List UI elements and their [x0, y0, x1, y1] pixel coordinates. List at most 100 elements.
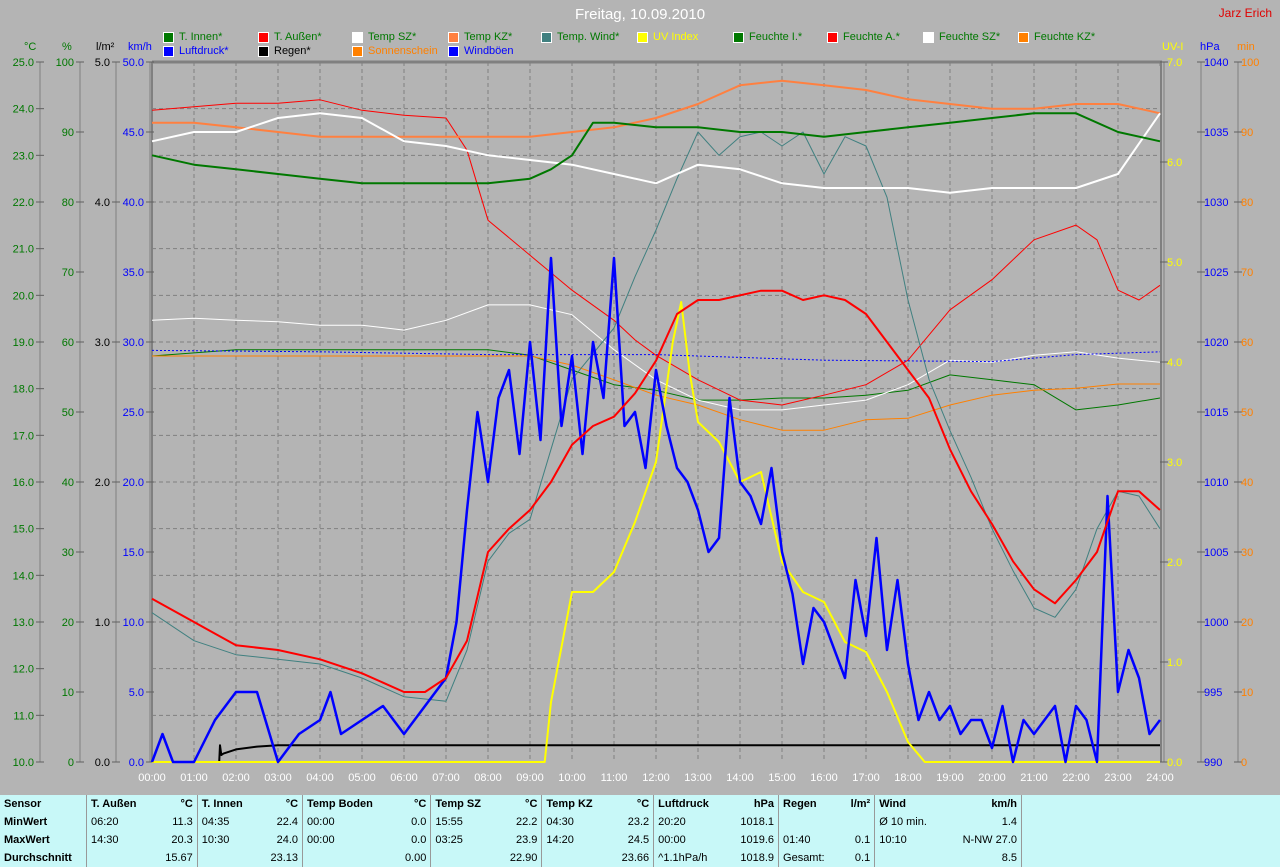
stats-cell: N-NW 27.0 — [943, 831, 1022, 849]
legend-item: UV Index — [637, 31, 698, 43]
axis-tick-label: 21.0 — [13, 244, 34, 256]
stats-cell: 0.00 — [394, 849, 432, 867]
stats-header-cell: °C — [258, 795, 304, 813]
legend-item: Temp. Wind* — [541, 31, 619, 43]
stats-row: MinWert 06:20 11.3 04:35 22.4 00:00 0.0 15:55 22… — [0, 813, 1280, 831]
stats-header-row: Sensor T. Außen °C T. Innen °C Temp Boden °C Te… — [0, 795, 1280, 813]
legend-label: Feuchte SZ* — [939, 31, 1001, 43]
legend-label: Feuchte A.* — [843, 31, 900, 43]
axis-tick-label: 35.0 — [123, 267, 144, 279]
axis-unit-label: °C — [24, 41, 36, 53]
stats-cell — [197, 849, 258, 867]
legend-label: Temp KZ* — [464, 31, 513, 43]
stats-header-cell: °C — [152, 795, 198, 813]
axis-unit-label: % — [62, 41, 72, 53]
statistics-table: Sensor T. Außen °C T. Innen °C Temp Boden °C Te… — [0, 795, 1280, 867]
stats-cell: 20:20 — [658, 816, 686, 828]
legend-label: Windböen — [464, 45, 514, 57]
stats-cell: 0.0 — [394, 813, 432, 831]
stats-cell: ^1.1hPa/h — [658, 852, 708, 864]
axis-tick-label: 18.0 — [13, 384, 34, 396]
axis-tick-label: 50 — [62, 407, 74, 419]
legend-label: T. Außen* — [274, 31, 322, 43]
stats-cell: 24.0 — [258, 831, 304, 849]
stats-cell: Gesamt: — [783, 852, 825, 864]
axis-unit-label: min — [1237, 41, 1255, 53]
axis-tick-label: 90 — [62, 127, 74, 139]
legend-item: T. Außen* — [258, 31, 322, 43]
legend-item: Windböen — [448, 45, 514, 57]
axis-tick-label: 2.0 — [95, 477, 110, 489]
legend-swatch — [448, 31, 459, 43]
stats-header-cell: Temp Boden — [307, 798, 373, 810]
axis-tick-label: 20.0 — [123, 477, 144, 489]
axis-tick-label: 80 — [1241, 197, 1253, 209]
stats-cell: 23.9 — [497, 831, 543, 849]
axis-tick-label: 40 — [62, 477, 74, 489]
legend-label: Temp SZ* — [368, 31, 417, 43]
legend-label: Regen* — [274, 45, 311, 57]
stats-cell: 22.90 — [497, 849, 543, 867]
axis-tick-label: 2.0 — [1167, 557, 1182, 569]
x-tick-label: 09:00 — [516, 772, 544, 784]
legend-item: Luftdruck* — [163, 45, 229, 57]
stats-cell: 20.3 — [152, 831, 198, 849]
legend-swatch — [163, 45, 174, 57]
axis-tick-label: 23.0 — [13, 150, 34, 162]
weather-chart: 00:00 01:00 02:00 03:00 04:00 05:00 06:00 07:00… — [13, 41, 1260, 784]
legend-item: Sonnenschein — [352, 45, 438, 57]
stats-cell: 1018.1 — [726, 813, 780, 831]
legend-label: Feuchte I.* — [749, 31, 803, 43]
stats-cell — [779, 813, 841, 831]
stats-filler — [1022, 813, 1280, 831]
axis-tick-label: 19.0 — [13, 337, 34, 349]
stats-header-cell: Regen — [783, 798, 817, 810]
x-tick-label: 06:00 — [390, 772, 418, 784]
axis-tick-label: 1020 — [1204, 337, 1228, 349]
x-tick-label: 04:00 — [306, 772, 334, 784]
legend-item: Feuchte SZ* — [923, 31, 1000, 43]
stats-cell: 15:55 — [435, 816, 463, 828]
axis-tick-label: 10.0 — [123, 617, 144, 629]
legend-swatch — [637, 31, 648, 43]
chart-title: Freitag, 10.09.2010 — [574, 6, 706, 23]
stats-cell: 22.2 — [497, 813, 543, 831]
stats-header-cell: hPa — [726, 795, 780, 813]
stats-cell: 01:40 — [783, 834, 811, 846]
legend-item: Feuchte KZ* — [1018, 31, 1095, 43]
stats-cell: 06:20 — [91, 816, 119, 828]
author-label: Jarz Erich — [1218, 6, 1272, 20]
legend-swatch — [258, 31, 269, 43]
axis-tick-label: 10 — [1241, 687, 1253, 699]
axis-unit-label: l/m² — [96, 41, 115, 53]
axis-tick-label: 60 — [1241, 337, 1253, 349]
legend-item: Temp KZ* — [448, 31, 512, 43]
x-tick-label: 07:00 — [432, 772, 460, 784]
axis-tick-label: 4.0 — [95, 197, 110, 209]
x-tick-label: 01:00 — [180, 772, 208, 784]
axis-tick-label: 40 — [1241, 477, 1253, 489]
axis-tick-label: 1010 — [1204, 477, 1228, 489]
legend-label: Feuchte KZ* — [1034, 31, 1096, 43]
axis-tick-label: 15.0 — [123, 547, 144, 559]
axis-unit-label: hPa — [1200, 41, 1220, 53]
legend-swatch — [352, 31, 363, 43]
axis-tick-label: 90 — [1241, 127, 1253, 139]
stats-header-cell: Luftdruck — [658, 798, 709, 810]
axis-tick-label: 10 — [62, 687, 74, 699]
legend-swatch — [352, 45, 363, 57]
stats-cell: 10:30 — [201, 834, 230, 846]
axis-tick-label: 11.0 — [13, 710, 34, 722]
stats-cell: MaxWert — [0, 831, 87, 849]
stats-cell: 04:30 — [546, 816, 574, 828]
stats-cell: MinWert — [0, 813, 87, 831]
stats-header-cell: Wind — [879, 798, 906, 810]
x-tick-label: 18:00 — [894, 772, 922, 784]
legend-label: Luftdruck* — [179, 45, 229, 57]
axis-tick-label: 50.0 — [123, 57, 144, 69]
legend-label: Temp. Wind* — [557, 31, 620, 43]
stats-cell — [840, 813, 876, 831]
stats-header-cell: Sensor — [0, 795, 87, 813]
axis-tick-label: 15.0 — [13, 524, 34, 536]
axis-tick-label: 17.0 — [13, 430, 34, 442]
